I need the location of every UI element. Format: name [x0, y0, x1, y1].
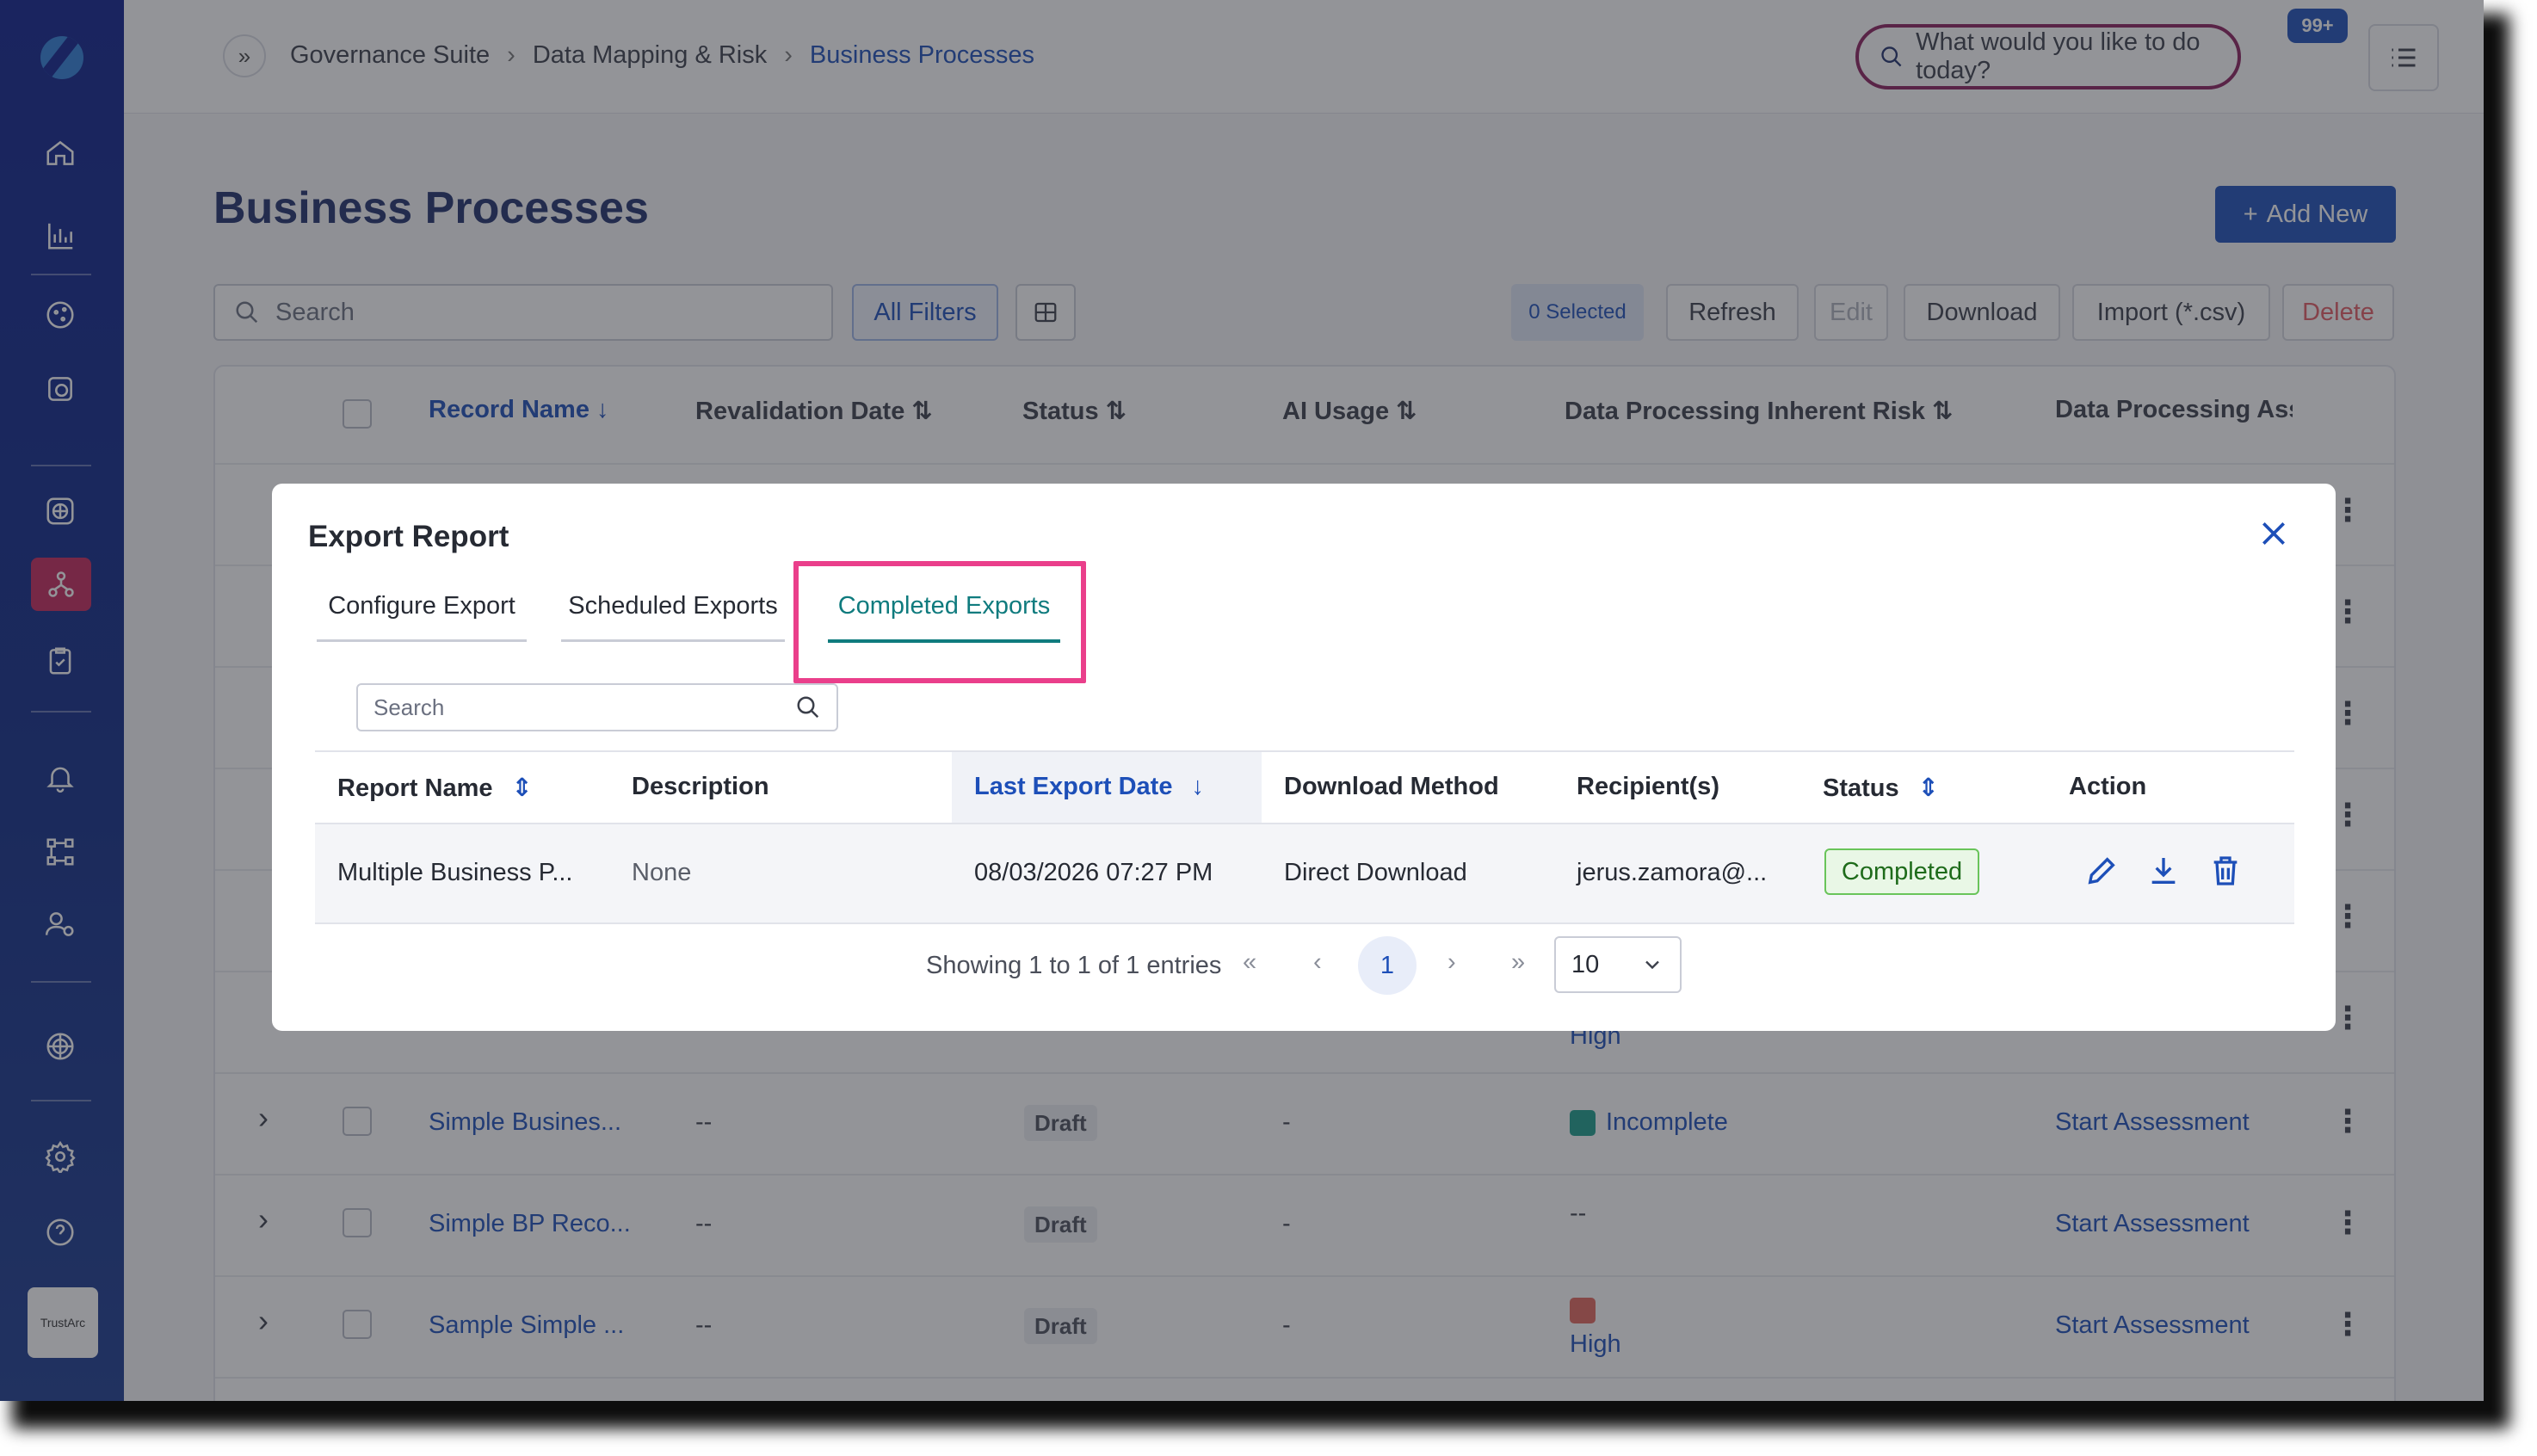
column-header-action: Action [2069, 773, 2147, 800]
last-export-date: 08/03/2026 07:27 PM [974, 859, 1213, 886]
chevron-down-icon [1645, 960, 1659, 970]
sort-icon: ⇕ [1917, 774, 1939, 802]
close-icon[interactable] [2256, 516, 2291, 551]
last-page-icon[interactable]: » [1511, 948, 1525, 977]
recipients: jerus.zamora@... [1577, 859, 1768, 886]
previous-page-icon[interactable]: ‹ [1313, 948, 1322, 977]
trash-icon[interactable] [2208, 854, 2243, 888]
modal-title: Export Report [308, 520, 509, 553]
download-icon[interactable] [2146, 854, 2181, 888]
column-header-last-export-date[interactable]: Last Export Date ↓ [974, 773, 1204, 801]
download-method: Direct Download [1284, 859, 1467, 886]
column-header-download-method: Download Method [1284, 773, 1499, 800]
highlight-box [793, 561, 1086, 683]
tab-configure-export[interactable]: Configure Export [317, 592, 527, 642]
arrow-down-icon: ↓ [1191, 773, 1204, 800]
status-badge: Completed [1824, 848, 1979, 895]
pagination-summary: Showing 1 to 1 of 1 entries [926, 952, 1222, 979]
edit-icon[interactable] [2084, 854, 2119, 888]
modal-search-input[interactable]: Search [356, 683, 838, 731]
report-name: Multiple Business P... [337, 859, 573, 886]
column-header-report-name[interactable]: Report Name ⇕ [337, 773, 533, 803]
next-page-icon[interactable]: › [1448, 948, 1456, 977]
column-header-recipients: Recipient(s) [1577, 773, 1719, 800]
search-icon [797, 696, 819, 719]
tab-scheduled-exports[interactable]: Scheduled Exports [561, 592, 785, 642]
column-header-status[interactable]: Status ⇕ [1823, 773, 1939, 803]
page-number[interactable]: 1 [1358, 936, 1417, 995]
first-page-icon[interactable]: « [1243, 948, 1256, 977]
column-header-description: Description [632, 773, 769, 800]
per-page-select[interactable]: 10 [1554, 936, 1682, 993]
sort-icon: ⇕ [511, 774, 533, 802]
description: None [632, 859, 692, 886]
app-window: TrustArc » Governance Suite › Data Mappi… [0, 0, 2484, 1401]
export-report-modal: Export Report Configure Export Scheduled… [272, 484, 2336, 1031]
